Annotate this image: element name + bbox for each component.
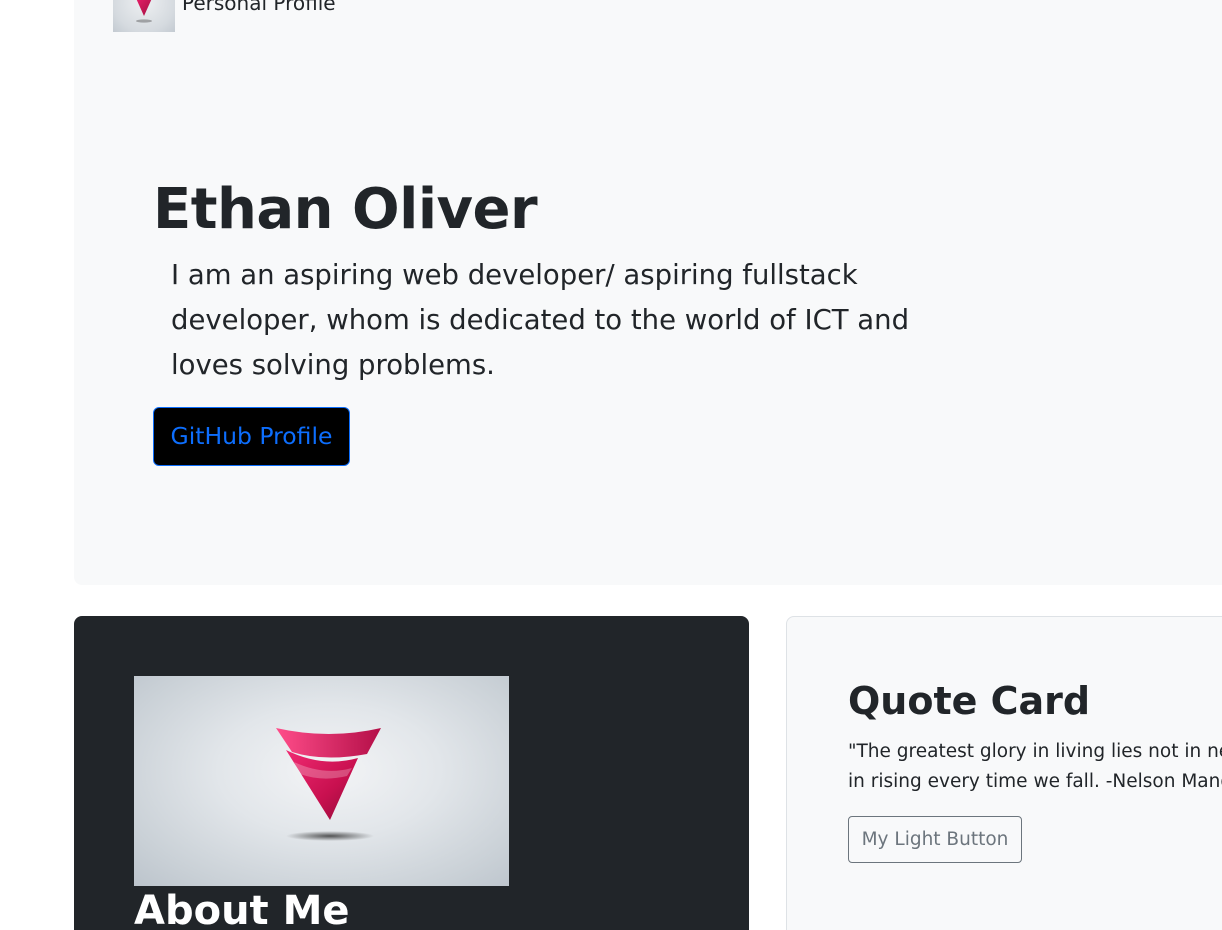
quote-card: Quote Card "The greatest glory in living…	[786, 616, 1222, 930]
navbar-brand[interactable]: Personal Profile	[182, 0, 336, 15]
about-card: About Me	[74, 616, 749, 930]
hero-jumbotron: Ethan Oliver I am an aspiring web develo…	[74, 50, 1222, 585]
hero-lead: I am an aspiring web developer/ aspiring…	[171, 259, 910, 381]
page: Personal Profile Ethan Oliver I am an as…	[0, 0, 1222, 930]
v-logo-icon[interactable]	[113, 0, 175, 32]
quote-text: "The greatest glory in living lies not i…	[848, 741, 1222, 792]
github-profile-button[interactable]: GitHub Profile	[153, 407, 350, 466]
v-logo-icon	[276, 728, 381, 841]
light-button[interactable]: My Light Button	[848, 816, 1022, 863]
about-image	[134, 676, 509, 886]
about-title: About Me	[134, 888, 350, 930]
hero-title: Ethan Oliver	[153, 177, 538, 242]
quote-title: Quote Card	[848, 679, 1091, 723]
